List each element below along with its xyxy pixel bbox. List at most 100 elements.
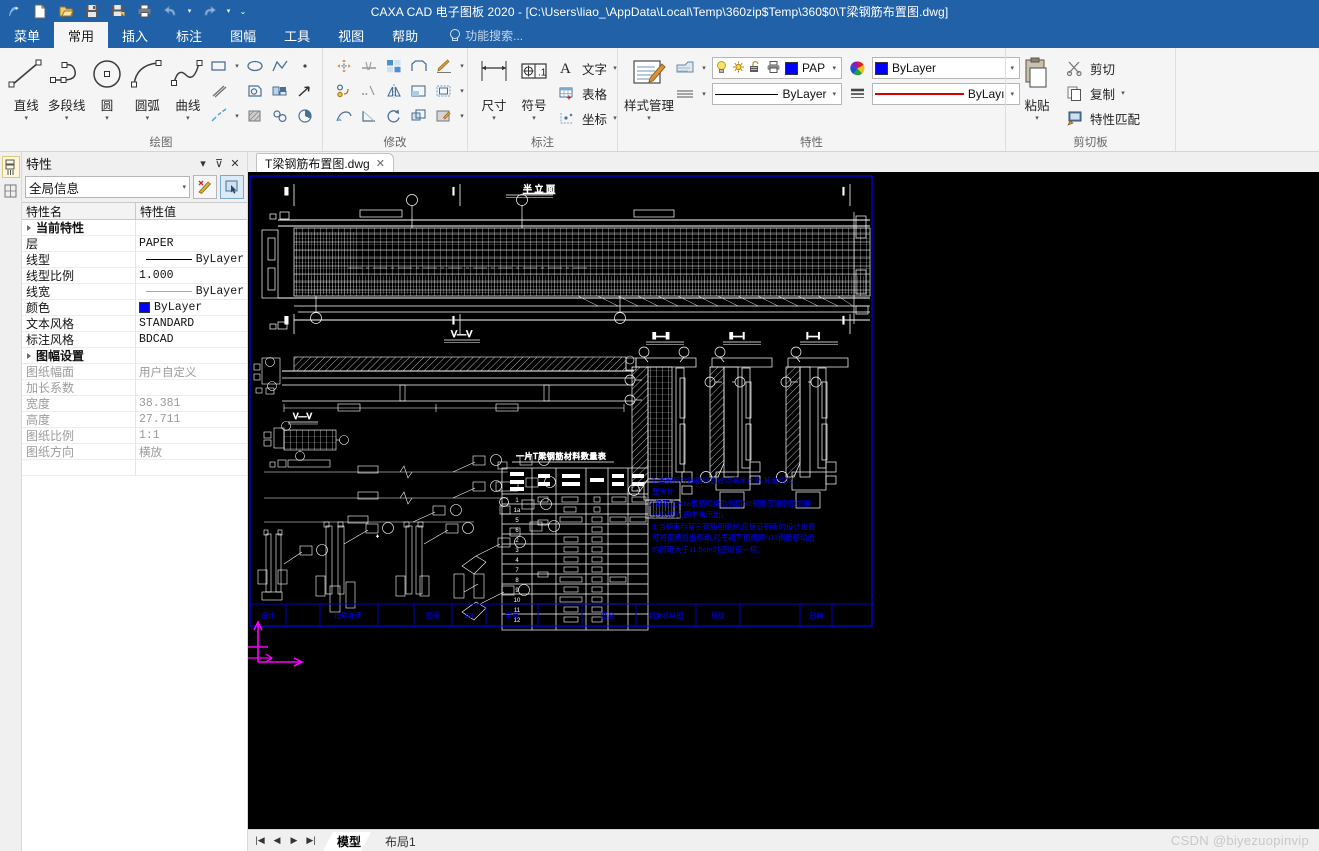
lock-icon[interactable]: [749, 60, 762, 77]
offset-icon[interactable]: [433, 80, 455, 102]
property-group-current[interactable]: 当前特性: [22, 220, 247, 236]
style-manager-button[interactable]: 样式管理 ▾: [624, 52, 674, 122]
dimension-button[interactable]: 尺寸 ▾: [474, 52, 514, 122]
document-tab[interactable]: T梁钢筋布置图.dwg ✕: [256, 153, 394, 172]
ribbon-tab-view[interactable]: 视图: [324, 22, 378, 48]
table-row[interactable]: 加长系数: [22, 380, 247, 396]
new-file-icon[interactable]: [28, 1, 52, 21]
printer-icon[interactable]: [766, 60, 781, 77]
hatch-edit-icon[interactable]: [433, 105, 455, 127]
draw-polyline-button[interactable]: 多段线 ▾: [46, 52, 86, 122]
save-icon[interactable]: [80, 1, 104, 21]
quick-select-button[interactable]: [193, 175, 217, 199]
layer-combo-caret-icon[interactable]: ▾: [830, 64, 840, 72]
local-enlarge-icon[interactable]: [244, 80, 266, 102]
draw-circle-caret[interactable]: ▾: [105, 115, 109, 122]
chamfer-icon[interactable]: [408, 55, 430, 77]
stretch-icon[interactable]: [333, 105, 355, 127]
text-fill-icon[interactable]: [294, 105, 316, 127]
table-row[interactable]: 线型 ByLayer: [22, 252, 247, 268]
layer-combo[interactable]: PAP ▾: [712, 57, 843, 79]
point-icon[interactable]: [294, 55, 316, 77]
layer-dropdown-caret-icon[interactable]: ▾: [700, 64, 708, 72]
panel-menu-icon[interactable]: ▾: [195, 155, 211, 171]
fillet-icon[interactable]: [358, 105, 380, 127]
ribbon-tab-sheet[interactable]: 图幅: [216, 22, 270, 48]
properties-scope-select[interactable]: 全局信息 ▾: [25, 176, 190, 198]
table-row[interactable]: 线宽 ByLayer: [22, 284, 247, 300]
redo-icon[interactable]: [197, 1, 221, 21]
next-sheet-button[interactable]: ▶: [286, 833, 302, 849]
break-icon[interactable]: [408, 80, 430, 102]
drawing-strip-tab[interactable]: [2, 180, 20, 202]
copy-move-icon[interactable]: [333, 80, 355, 102]
hatch-line-icon[interactable]: [208, 80, 230, 102]
print-icon[interactable]: [132, 1, 156, 21]
customize-qat-icon[interactable]: ⌄: [236, 1, 250, 21]
paste-button[interactable]: 粘贴 ▾: [1012, 52, 1062, 122]
lineweight-combo[interactable]: ByLayı ▾: [872, 83, 1021, 105]
ellipse-icon[interactable]: [244, 55, 266, 77]
table-row[interactable]: 图纸方向 横放: [22, 444, 247, 460]
draw-spline-caret[interactable]: ▾: [186, 115, 190, 122]
open-file-icon[interactable]: [54, 1, 78, 21]
cad-drawing-canvas[interactable]: 半 立 面 Ⅱ Ⅰ Ⅰ Ⅱ Ⅰ Ⅰ Ⅴ—Ⅴ Ⅴ—Ⅴ + Ⅱ—Ⅱ Ⅱ—Ⅰ Ⅰ—Ⅰ …: [248, 172, 1319, 829]
equation-curve-icon[interactable]: [269, 105, 291, 127]
draw-line-caret[interactable]: ▾: [24, 115, 28, 122]
table-row[interactable]: 层 PAPER: [22, 236, 247, 252]
save-as-icon[interactable]: [106, 1, 130, 21]
centerline-caret-icon[interactable]: ▾: [233, 112, 241, 120]
color-wheel-icon[interactable]: [846, 57, 868, 79]
text-button[interactable]: A 文字 ▾: [554, 56, 621, 80]
linetype-icon[interactable]: [674, 83, 696, 105]
redo-dropdown-icon[interactable]: ▾: [223, 1, 234, 21]
app-logo-icon[interactable]: [2, 1, 26, 21]
copy-button[interactable]: 复制 ▾: [1062, 81, 1142, 105]
table-row[interactable]: 线型比例 1.000: [22, 268, 247, 284]
table-row[interactable]: 图纸比例 1:1: [22, 428, 247, 444]
undo-dropdown-icon[interactable]: ▾: [184, 1, 195, 21]
move-icon[interactable]: [333, 55, 355, 77]
draw-arc-caret[interactable]: ▾: [146, 115, 150, 122]
draw-polyline-caret[interactable]: ▾: [65, 115, 69, 122]
prev-sheet-button[interactable]: ◀: [269, 833, 285, 849]
style-manager-caret[interactable]: ▾: [647, 115, 651, 122]
edit-pencil-icon[interactable]: [433, 55, 455, 77]
centerline-icon[interactable]: [208, 105, 230, 127]
close-icon[interactable]: ✕: [376, 157, 385, 170]
copy-caret-icon[interactable]: ▾: [1119, 89, 1127, 97]
scale-icon[interactable]: [408, 105, 430, 127]
table-row[interactable]: 标注风格 BDCAD: [22, 332, 247, 348]
hatch-fill-icon[interactable]: [244, 105, 266, 127]
rectangle-caret-icon[interactable]: ▾: [233, 62, 241, 70]
symbol-caret[interactable]: ▾: [532, 115, 536, 122]
mirror-icon[interactable]: [383, 80, 405, 102]
feature-search[interactable]: 功能搜索...: [448, 22, 523, 48]
table-row[interactable]: 高度 27.711: [22, 412, 247, 428]
polygon-icon[interactable]: [269, 55, 291, 77]
coordinate-button[interactable]: 坐标 ▾: [554, 106, 621, 130]
match-properties-button[interactable]: 特性匹配: [1062, 106, 1142, 130]
linetype-combo-caret-icon[interactable]: ▾: [830, 90, 840, 98]
lineweight-icon[interactable]: [846, 83, 868, 105]
lightbulb-icon[interactable]: [715, 60, 728, 77]
array-icon[interactable]: [383, 55, 405, 77]
quick-access-toolbar[interactable]: ▾ ▾ ⌄: [0, 1, 250, 21]
table-button[interactable]: 表格: [554, 81, 621, 105]
table-row[interactable]: 宽度 38.381: [22, 396, 247, 412]
rotate-icon[interactable]: [383, 105, 405, 127]
table-row[interactable]: 颜色 ByLayer: [22, 300, 247, 316]
properties-strip-tab[interactable]: [1, 156, 20, 178]
undo-icon[interactable]: [158, 1, 182, 21]
block-icon[interactable]: [269, 80, 291, 102]
draw-spline-button[interactable]: 曲线 ▾: [168, 52, 208, 122]
ribbon-tab-menu[interactable]: 菜单: [0, 22, 54, 48]
draw-circle-button[interactable]: 圆 ▾: [87, 52, 127, 122]
draw-line-button[interactable]: 直线 ▾: [6, 52, 46, 122]
ribbon-tab-insert[interactable]: 插入: [108, 22, 162, 48]
dimension-caret[interactable]: ▾: [492, 115, 496, 122]
modify-row2-caret-icon[interactable]: ▾: [458, 87, 466, 95]
sun-freeze-icon[interactable]: [732, 60, 745, 77]
color-combo[interactable]: ByLayer ▾: [872, 57, 1021, 79]
rectangle-icon[interactable]: [208, 55, 230, 77]
